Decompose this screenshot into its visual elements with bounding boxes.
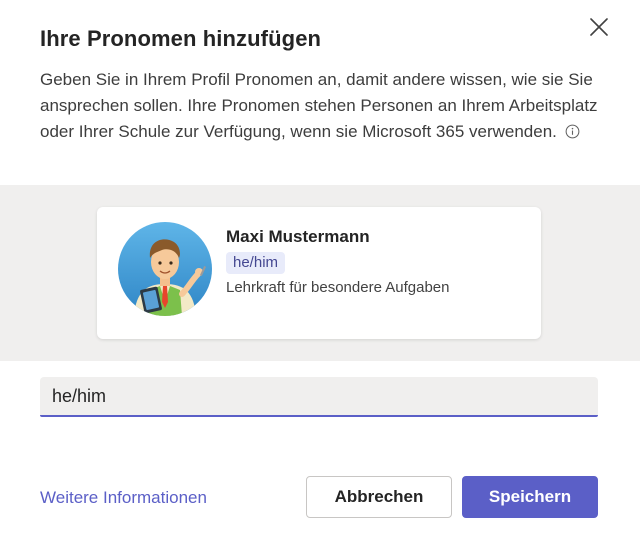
- more-info-link[interactable]: Weitere Informationen: [40, 488, 207, 508]
- add-pronouns-dialog: Ihre Pronomen hinzufügen Geben Sie in Ih…: [0, 0, 640, 552]
- profile-role: Lehrkraft für besondere Aufgaben: [226, 279, 450, 296]
- profile-preview-area: Maxi Mustermann he/him Lehrkraft für bes…: [0, 185, 640, 361]
- save-button[interactable]: Speichern: [462, 476, 598, 518]
- close-button[interactable]: [584, 12, 614, 42]
- pronoun-input[interactable]: [40, 377, 598, 417]
- cancel-button[interactable]: Abbrechen: [306, 476, 452, 518]
- description-text: Geben Sie in Ihrem Profil Pronomen an, d…: [40, 70, 598, 141]
- avatar: [118, 222, 212, 316]
- profile-card: Maxi Mustermann he/him Lehrkraft für bes…: [97, 207, 541, 339]
- teacher-avatar-illustration: [118, 222, 212, 316]
- info-icon[interactable]: [565, 124, 580, 139]
- dialog-title: Ihre Pronomen hinzufügen: [40, 26, 322, 51]
- dialog-description: Geben Sie in Ihrem Profil Pronomen an, d…: [40, 67, 610, 145]
- close-icon: [590, 18, 608, 36]
- pronoun-badge: he/him: [226, 252, 286, 274]
- profile-name: Maxi Mustermann: [226, 227, 370, 246]
